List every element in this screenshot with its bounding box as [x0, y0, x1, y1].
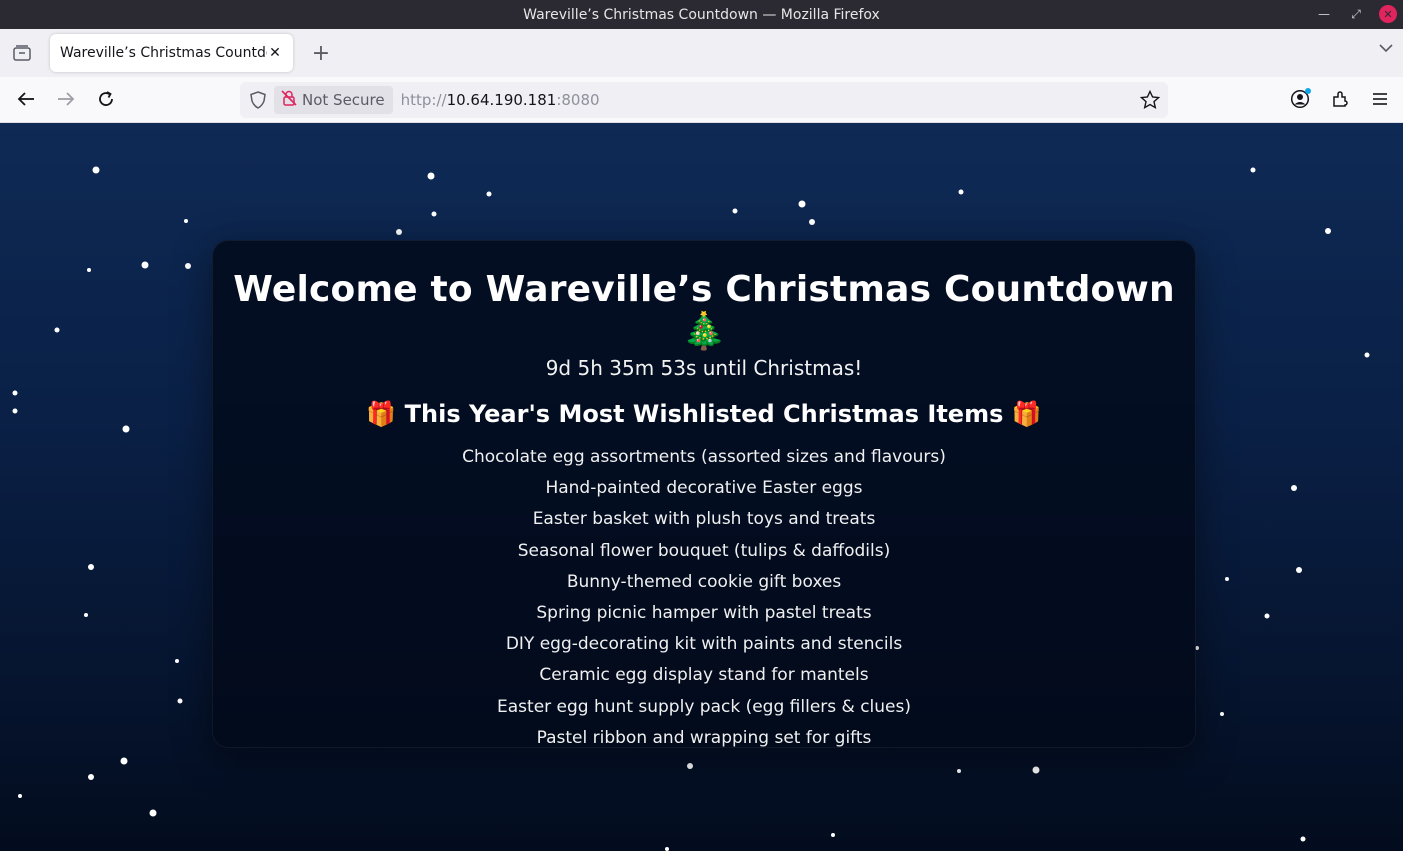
chevron-down-icon[interactable]: [1379, 41, 1393, 57]
page-viewport: Welcome to Wareville’s Christmas Countdo…: [0, 123, 1403, 851]
list-item: Chocolate egg assortments (assorted size…: [462, 447, 946, 467]
page-title: Welcome to Wareville’s Christmas Countdo…: [233, 269, 1175, 352]
tab-close-icon[interactable]: ✕: [267, 45, 283, 61]
list-item: DIY egg-decorating kit with paints and s…: [505, 634, 903, 655]
window-title: Wareville’s Christmas Countdown — Mozill…: [523, 6, 880, 23]
list-item: Bunny-themed cookie gift boxes: [566, 571, 842, 592]
url-port: :8080: [556, 91, 600, 109]
countdown-card: Welcome to Wareville’s Christmas Countdo…: [212, 240, 1196, 748]
url-host: 10.64.190.181: [446, 91, 557, 109]
not-secure-lock-icon: [280, 89, 298, 111]
account-badge-dot: [1305, 88, 1311, 94]
not-secure-label: Not Secure: [302, 91, 385, 109]
list-item: Easter basket with plush toys and treats: [532, 509, 876, 530]
url-bar[interactable]: Not Secure http://10.64.190.181:8080: [240, 82, 1168, 118]
new-tab-icon[interactable]: +: [309, 41, 333, 66]
tab-strip: Wareville’s Christmas Countdown ✕ +: [0, 29, 1403, 77]
window-titlebar: Wareville’s Christmas Countdown — Mozill…: [0, 0, 1403, 29]
forward-arrow-icon[interactable]: [54, 87, 78, 111]
url-scheme: http://: [400, 91, 447, 109]
tracking-shield-icon[interactable]: [248, 91, 268, 109]
list-item: Pastel ribbon and wrapping set for gifts: [536, 727, 872, 748]
reload-icon[interactable]: [94, 87, 118, 111]
countdown-timer: 9d 5h 35m 53s until Christmas!: [545, 356, 863, 380]
minimize-icon[interactable]: —: [1315, 5, 1333, 23]
toolbar-right-icons: [1289, 88, 1391, 110]
navigation-toolbar: Not Secure http://10.64.190.181:8080: [0, 77, 1403, 123]
hamburger-menu-icon[interactable]: [1369, 88, 1391, 110]
list-item: Seasonal flower bouquet (tulips & daffod…: [517, 540, 891, 561]
tab-active[interactable]: Wareville’s Christmas Countdown ✕: [50, 34, 293, 72]
extensions-icon[interactable]: [1329, 88, 1351, 110]
list-item: Ceramic egg display stand for mantels: [539, 665, 869, 686]
url-text[interactable]: http://10.64.190.181:8080: [401, 91, 600, 109]
account-icon[interactable]: [1289, 88, 1311, 110]
list-item: Easter egg hunt supply pack (egg fillers…: [497, 696, 911, 717]
firefox-view-icon[interactable]: [10, 41, 34, 65]
not-secure-badge[interactable]: Not Secure: [274, 86, 393, 114]
list-item: Hand-painted decorative Easter eggs: [545, 478, 863, 499]
window-controls: — ⤢ ✕: [1315, 5, 1397, 23]
close-window-icon[interactable]: ✕: [1379, 5, 1397, 23]
restore-icon[interactable]: ⤢: [1347, 5, 1365, 23]
star-icon[interactable]: [1139, 89, 1161, 110]
list-item: Spring picnic hamper with pastel treats: [536, 603, 872, 624]
back-arrow-icon[interactable]: [14, 87, 38, 111]
tab-title: Wareville’s Christmas Countdown: [60, 45, 267, 61]
wishlist-title: 🎁 This Year's Most Wishlisted Christmas …: [366, 400, 1042, 428]
wishlist: Chocolate egg assortments (assorted size…: [213, 442, 1195, 754]
